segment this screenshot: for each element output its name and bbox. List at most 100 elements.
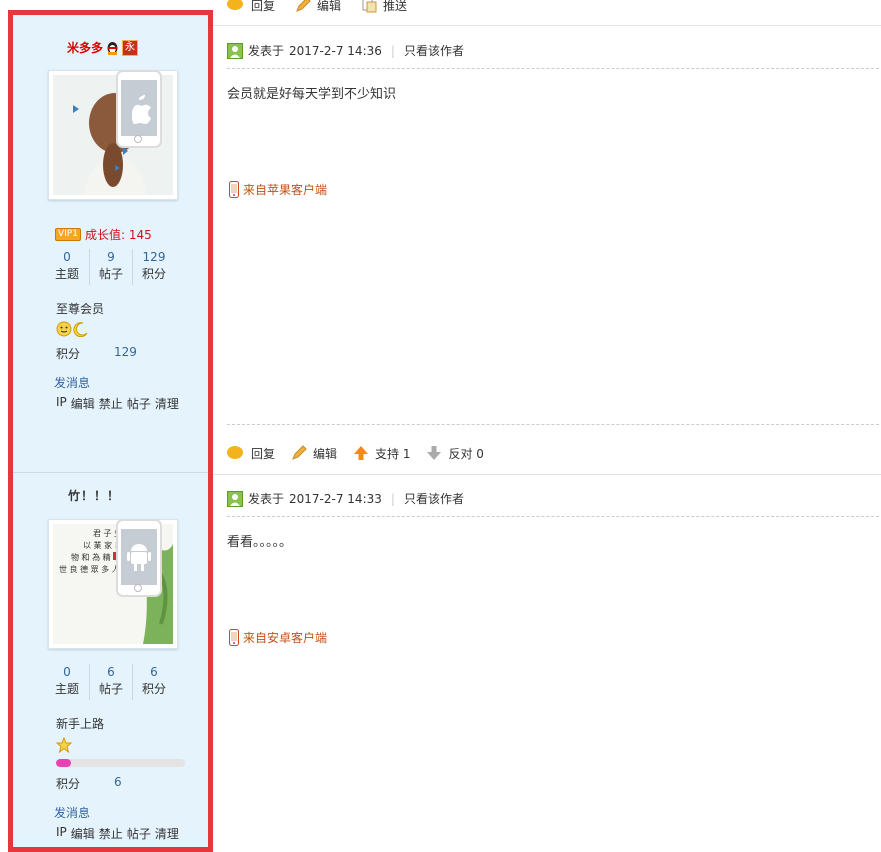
edit-label: 编辑: [313, 446, 338, 461]
posted-prefix: 发表于: [248, 492, 285, 506]
send-message-link[interactable]: 发消息: [54, 804, 90, 821]
oppose-label: 反对 0: [448, 446, 484, 461]
edit-user-link[interactable]: 编辑: [71, 825, 95, 842]
admin-links: IP 编辑 禁止 帖子 清理: [56, 825, 179, 842]
user-posts-link[interactable]: 帖子: [127, 825, 151, 842]
admin-links: IP 编辑 禁止 帖子 清理: [56, 395, 179, 412]
post-content: 会员就是好每天学到不少知识: [227, 87, 397, 102]
reply-button[interactable]: 回复: [227, 0, 275, 14]
online-user-icon: [227, 490, 243, 507]
points-value: 6: [114, 775, 122, 789]
mobile-source-link[interactable]: 来自苹果客户端: [229, 181, 327, 198]
meta-separator: |: [390, 491, 395, 506]
meta-separator: |: [390, 43, 395, 58]
push-label: 推送: [383, 0, 408, 13]
reply-icon: [227, 0, 243, 10]
author-name-row: 米多多 永: [67, 39, 139, 56]
mobile-source-link[interactable]: 来自安卓客户端: [229, 629, 327, 646]
level-progress-fill: [56, 759, 72, 767]
qq-penguin-icon: [107, 42, 118, 55]
stat-points[interactable]: 129 积分: [133, 249, 175, 283]
send-message-link[interactable]: 发消息: [54, 374, 90, 391]
edit-button[interactable]: 编辑: [291, 445, 337, 462]
only-author-link[interactable]: 只看该作者: [404, 490, 464, 507]
post-divider: [227, 424, 879, 425]
permanent-badge: 永: [122, 39, 139, 56]
stat-posts[interactable]: 9 帖子: [90, 249, 132, 283]
reply-icon: [227, 445, 243, 459]
reply-label: 回复: [251, 446, 276, 461]
edit-user-link[interactable]: 编辑: [71, 395, 95, 412]
cleanup-link[interactable]: 清理: [155, 395, 179, 412]
ip-link[interactable]: IP: [56, 395, 67, 412]
stat-value: 129: [142, 250, 166, 264]
stat-points[interactable]: 6 积分: [133, 664, 175, 698]
stat-label: 积分: [141, 682, 166, 696]
stat-label: 主题: [54, 267, 79, 281]
post-datetime: 2017-2-7 14:33: [289, 491, 382, 506]
points-value: 129: [114, 345, 137, 359]
author-username[interactable]: 米多多: [67, 39, 103, 56]
only-author-link[interactable]: 只看该作者: [404, 42, 464, 59]
oppose-button[interactable]: 反对 0: [426, 445, 484, 462]
svg-text:世 良 德 眾 多 人: 世 良 德 眾 多 人: [59, 564, 120, 574]
divider: [213, 25, 881, 26]
posted-prefix: 发表于: [248, 44, 285, 58]
stat-value: 9: [107, 250, 115, 264]
edit-label: 编辑: [317, 0, 342, 13]
pencil-icon: [296, 0, 311, 12]
ban-link[interactable]: 禁止: [99, 825, 123, 842]
stat-threads[interactable]: 0 主题: [46, 249, 88, 283]
ip-link[interactable]: IP: [56, 825, 67, 842]
star-icon: [56, 737, 72, 753]
cleanup-link[interactable]: 清理: [155, 825, 179, 842]
points-label: 积分: [56, 347, 81, 361]
stat-label: 积分: [141, 267, 166, 281]
top-toolbar: 回复 编辑 推送: [227, 0, 407, 14]
post-datetime: 2017-2-7 14:36: [289, 43, 382, 58]
reply-label: 回复: [251, 0, 276, 13]
post-content: 看看。。。。。: [227, 535, 293, 550]
push-icon: [362, 0, 377, 13]
edit-button[interactable]: 编辑: [295, 0, 341, 14]
meta-divider: [227, 68, 879, 69]
vip-badge[interactable]: VIP1: [55, 228, 81, 241]
post-meta: 发表于 2017-2-7 14:33 | 只看该作者: [227, 490, 464, 507]
user-group[interactable]: 新手上路: [56, 715, 104, 732]
online-user-icon: [227, 42, 243, 59]
support-button[interactable]: 支持 1: [353, 445, 410, 462]
stat-value: 0: [63, 665, 71, 679]
divider: [213, 474, 881, 475]
sidebar-divider: [13, 472, 208, 473]
stat-value: 6: [107, 665, 115, 679]
ban-link[interactable]: 禁止: [99, 395, 123, 412]
mobile-phone-icon: [229, 181, 239, 198]
arrow-down-icon: [427, 446, 442, 460]
user-group[interactable]: 至尊会员: [56, 300, 104, 317]
mobile-phone-icon: [229, 629, 239, 646]
user-posts-link[interactable]: 帖子: [127, 395, 151, 412]
support-label: 支持 1: [375, 446, 411, 461]
sun-icon: [56, 321, 72, 337]
stat-label: 主题: [54, 682, 79, 696]
meta-divider: [227, 516, 879, 517]
mobile-source-label: 来自安卓客户端: [243, 631, 328, 645]
level-progress-bar: [56, 759, 185, 767]
pencil-icon: [292, 445, 307, 460]
apple-phone-icon: [116, 70, 162, 148]
android-phone-icon: [116, 519, 162, 597]
post-meta: 发表于 2017-2-7 14:36 | 只看该作者: [227, 42, 464, 59]
stat-threads[interactable]: 0 主题: [46, 664, 88, 698]
stat-posts[interactable]: 6 帖子: [90, 664, 132, 698]
reply-button[interactable]: 回复: [227, 445, 275, 462]
push-button[interactable]: 推送: [361, 0, 407, 14]
growth-row: VIP1 成长值: 145: [55, 226, 152, 243]
stat-value: 6: [150, 665, 158, 679]
moon-icon: [73, 322, 88, 337]
mobile-source-label: 来自苹果客户端: [243, 183, 328, 197]
stat-label: 帖子: [98, 267, 123, 281]
arrow-up-icon: [354, 446, 369, 460]
post-actions: 回复 编辑 支持 1 反对 0: [227, 444, 484, 462]
level-icons: [56, 321, 89, 337]
author-username[interactable]: 竹！！！: [68, 487, 120, 504]
